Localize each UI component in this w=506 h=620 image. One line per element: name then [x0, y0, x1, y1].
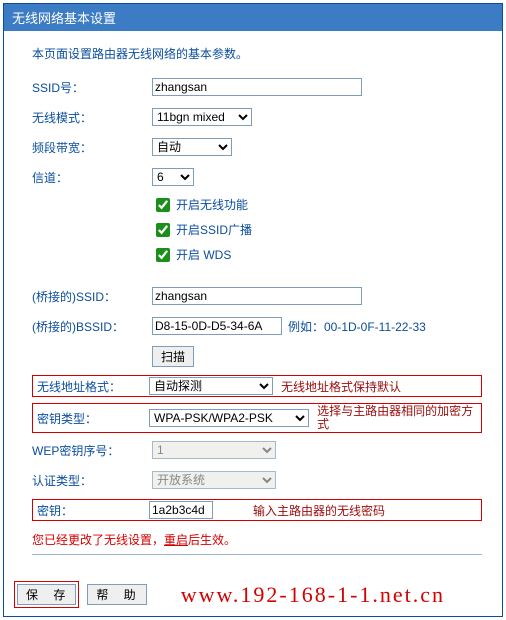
mode-select[interactable]: 11bgn mixed	[152, 108, 252, 126]
bssid-example: 例如：00-1D-0F-11-22-33	[288, 318, 426, 335]
intro-text: 本页面设置路由器无线网络的基本参数。	[32, 45, 482, 62]
bandwidth-select[interactable]: 自动	[152, 138, 232, 156]
wireless-addr-select[interactable]: 自动探测	[149, 377, 273, 395]
label-wireless-addr: 无线地址格式：	[33, 378, 149, 395]
row-mode: 无线模式： 11bgn mixed	[32, 106, 482, 128]
divider	[32, 554, 482, 555]
row-enable-ssid: 开启SSID广播	[156, 221, 482, 238]
enable-ssid-checkbox[interactable]	[156, 223, 170, 237]
panel: 无线网络基本设置 本页面设置路由器无线网络的基本参数。 SSID号： 无线模式：…	[3, 3, 503, 617]
enable-wireless-checkbox[interactable]	[156, 198, 170, 212]
label-ssid: SSID号：	[32, 79, 152, 96]
enable-wds-checkbox[interactable]	[156, 248, 170, 262]
authtype-select: 开放系统	[152, 471, 276, 489]
reboot-link[interactable]: 重启	[164, 533, 188, 547]
label-enable-ssid: 开启SSID广播	[176, 221, 252, 238]
row-ssid: SSID号：	[32, 76, 482, 98]
wepindex-select: 1	[152, 441, 276, 459]
bridge-ssid-input[interactable]	[152, 287, 362, 305]
row-keytype: 密钥类型： WPA-PSK/WPA2-PSK 选择与主路由器相同的加密方式	[32, 403, 482, 433]
label-bridge-ssid: (桥接的)SSID：	[32, 288, 152, 305]
scan-button[interactable]: 扫描	[152, 346, 194, 367]
label-key: 密钥：	[33, 502, 149, 519]
note-key: 输入主路由器的无线密码	[253, 502, 385, 519]
panel-content: 本页面设置路由器无线网络的基本参数。 SSID号： 无线模式： 11bgn mi…	[4, 31, 502, 575]
channel-select[interactable]: 6	[152, 168, 194, 186]
row-bbssid: (桥接的)BSSID： 例如：00-1D-0F-11-22-33	[32, 315, 482, 337]
label-keytype: 密钥类型：	[33, 410, 149, 427]
panel-title: 无线网络基本设置	[12, 11, 116, 26]
row-wepindex: WEP密钥序号： 1	[32, 439, 482, 461]
label-enable-wds: 开启 WDS	[176, 246, 231, 263]
label-channel: 信道：	[32, 169, 152, 186]
row-channel: 信道： 6	[32, 166, 482, 188]
save-button[interactable]: 保 存	[17, 584, 76, 605]
label-mode: 无线模式：	[32, 109, 152, 126]
status-prefix: 您已经更改了无线设置，	[32, 533, 164, 547]
row-enable-wds: 开启 WDS	[156, 246, 482, 263]
help-button[interactable]: 帮 助	[87, 584, 146, 605]
label-wepindex: WEP密钥序号：	[32, 442, 152, 459]
save-highlight: 保 存	[14, 581, 79, 608]
label-enable-wireless: 开启无线功能	[176, 196, 248, 213]
row-authtype: 认证类型： 开放系统	[32, 469, 482, 491]
row-scan: 扫描	[32, 345, 482, 367]
note-keytype: 选择与主路由器相同的加密方式	[317, 405, 481, 431]
label-bridge-bssid: (桥接的)BSSID：	[32, 318, 152, 335]
button-row: 保 存 帮 助 www.192-168-1-1.net.cn	[4, 575, 502, 616]
row-key: 密钥： 输入主路由器的无线密码	[32, 499, 482, 521]
watermark-text: www.192-168-1-1.net.cn	[181, 582, 445, 608]
row-bandwidth: 频段带宽： 自动	[32, 136, 482, 158]
bridge-bssid-input[interactable]	[152, 317, 282, 335]
row-enable-wireless: 开启无线功能	[156, 196, 482, 213]
status-message: 您已经更改了无线设置，重启后生效。	[32, 531, 482, 548]
status-suffix: 后生效。	[188, 533, 236, 547]
label-bandwidth: 频段带宽：	[32, 139, 152, 156]
label-authtype: 认证类型：	[32, 472, 152, 489]
row-wireless-addr: 无线地址格式： 自动探测 无线地址格式保持默认	[32, 375, 482, 397]
row-bssid: (桥接的)SSID：	[32, 285, 482, 307]
ssid-input[interactable]	[152, 78, 362, 96]
panel-header: 无线网络基本设置	[4, 4, 502, 31]
keytype-select[interactable]: WPA-PSK/WPA2-PSK	[149, 409, 309, 427]
note-wireless-addr: 无线地址格式保持默认	[281, 378, 401, 395]
